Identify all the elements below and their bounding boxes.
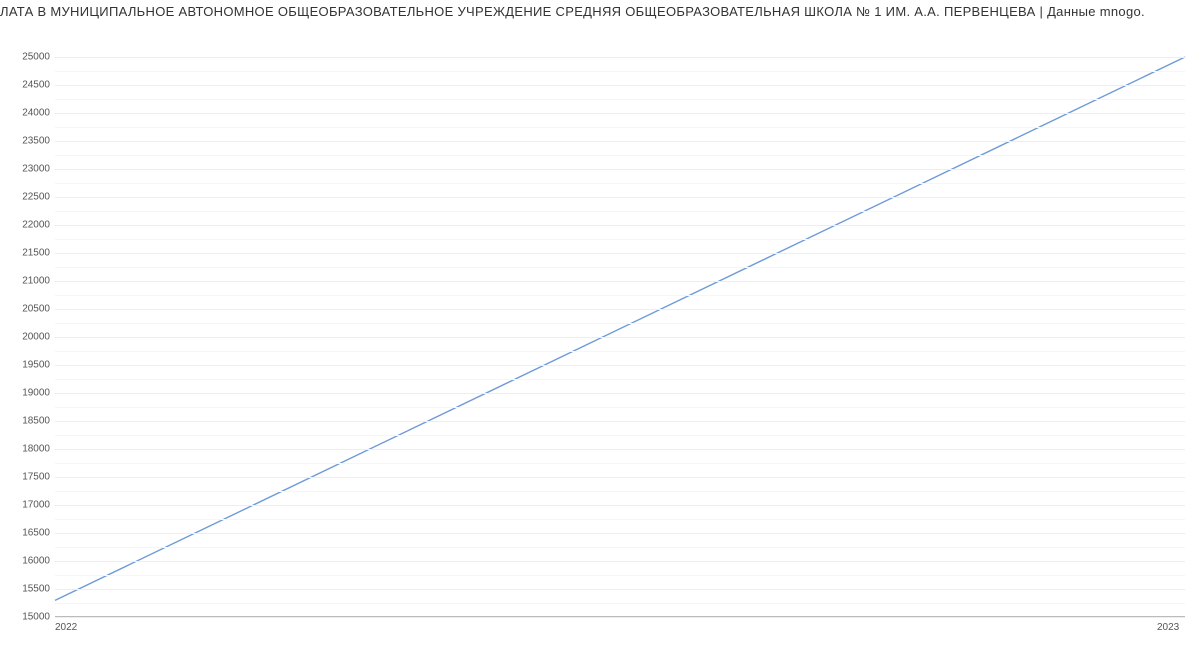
minor-gridline: [55, 379, 1185, 380]
gridline: [55, 337, 1185, 338]
y-tick-label: 22500: [5, 192, 50, 203]
y-tick-label: 25000: [5, 52, 50, 63]
gridline: [55, 141, 1185, 142]
minor-gridline: [55, 351, 1185, 352]
gridline: [55, 85, 1185, 86]
minor-gridline: [55, 211, 1185, 212]
y-tick-label: 24000: [5, 108, 50, 119]
x-tick-label: 2023: [1157, 622, 1179, 633]
y-tick-label: 16500: [5, 528, 50, 539]
gridline: [55, 281, 1185, 282]
chart-container: 15000 15500 16000 16500 17000 17500 18000 18500…: [0, 27, 1200, 647]
y-tick-label: 15500: [5, 584, 50, 595]
gridline: [55, 169, 1185, 170]
minor-gridline: [55, 407, 1185, 408]
y-tick-label: 19500: [5, 360, 50, 371]
y-tick-label: 21000: [5, 276, 50, 287]
gridline: [55, 57, 1185, 58]
gridline: [55, 561, 1185, 562]
x-tick-label: 2022: [55, 622, 77, 633]
minor-gridline: [55, 71, 1185, 72]
minor-gridline: [55, 547, 1185, 548]
gridline: [55, 617, 1185, 618]
gridline: [55, 505, 1185, 506]
gridline: [55, 113, 1185, 114]
minor-gridline: [55, 127, 1185, 128]
minor-gridline: [55, 99, 1185, 100]
gridline: [55, 365, 1185, 366]
y-tick-label: 24500: [5, 80, 50, 91]
minor-gridline: [55, 267, 1185, 268]
y-tick-label: 17000: [5, 500, 50, 511]
gridline: [55, 533, 1185, 534]
minor-gridline: [55, 183, 1185, 184]
y-tick-label: 20000: [5, 332, 50, 343]
y-tick-label: 21500: [5, 248, 50, 259]
minor-gridline: [55, 155, 1185, 156]
y-tick-label: 15000: [5, 612, 50, 623]
minor-gridline: [55, 323, 1185, 324]
y-tick-label: 17500: [5, 472, 50, 483]
y-tick-label: 20500: [5, 304, 50, 315]
minor-gridline: [55, 295, 1185, 296]
y-tick-label: 18000: [5, 444, 50, 455]
minor-gridline: [55, 435, 1185, 436]
minor-gridline: [55, 463, 1185, 464]
gridline: [55, 225, 1185, 226]
gridline: [55, 393, 1185, 394]
y-tick-label: 22000: [5, 220, 50, 231]
y-tick-label: 16000: [5, 556, 50, 567]
y-tick-label: 23000: [5, 164, 50, 175]
gridline: [55, 421, 1185, 422]
gridline: [55, 449, 1185, 450]
plot-area: [55, 57, 1185, 617]
y-tick-label: 23500: [5, 136, 50, 147]
gridline: [55, 197, 1185, 198]
gridline: [55, 309, 1185, 310]
minor-gridline: [55, 603, 1185, 604]
minor-gridline: [55, 519, 1185, 520]
minor-gridline: [55, 575, 1185, 576]
chart-title: ЛАТА В МУНИЦИПАЛЬНОЕ АВТОНОМНОЕ ОБЩЕОБРА…: [0, 0, 1200, 27]
y-tick-label: 18500: [5, 416, 50, 427]
gridline: [55, 477, 1185, 478]
minor-gridline: [55, 491, 1185, 492]
gridline: [55, 589, 1185, 590]
y-tick-label: 19000: [5, 388, 50, 399]
gridline: [55, 253, 1185, 254]
minor-gridline: [55, 239, 1185, 240]
